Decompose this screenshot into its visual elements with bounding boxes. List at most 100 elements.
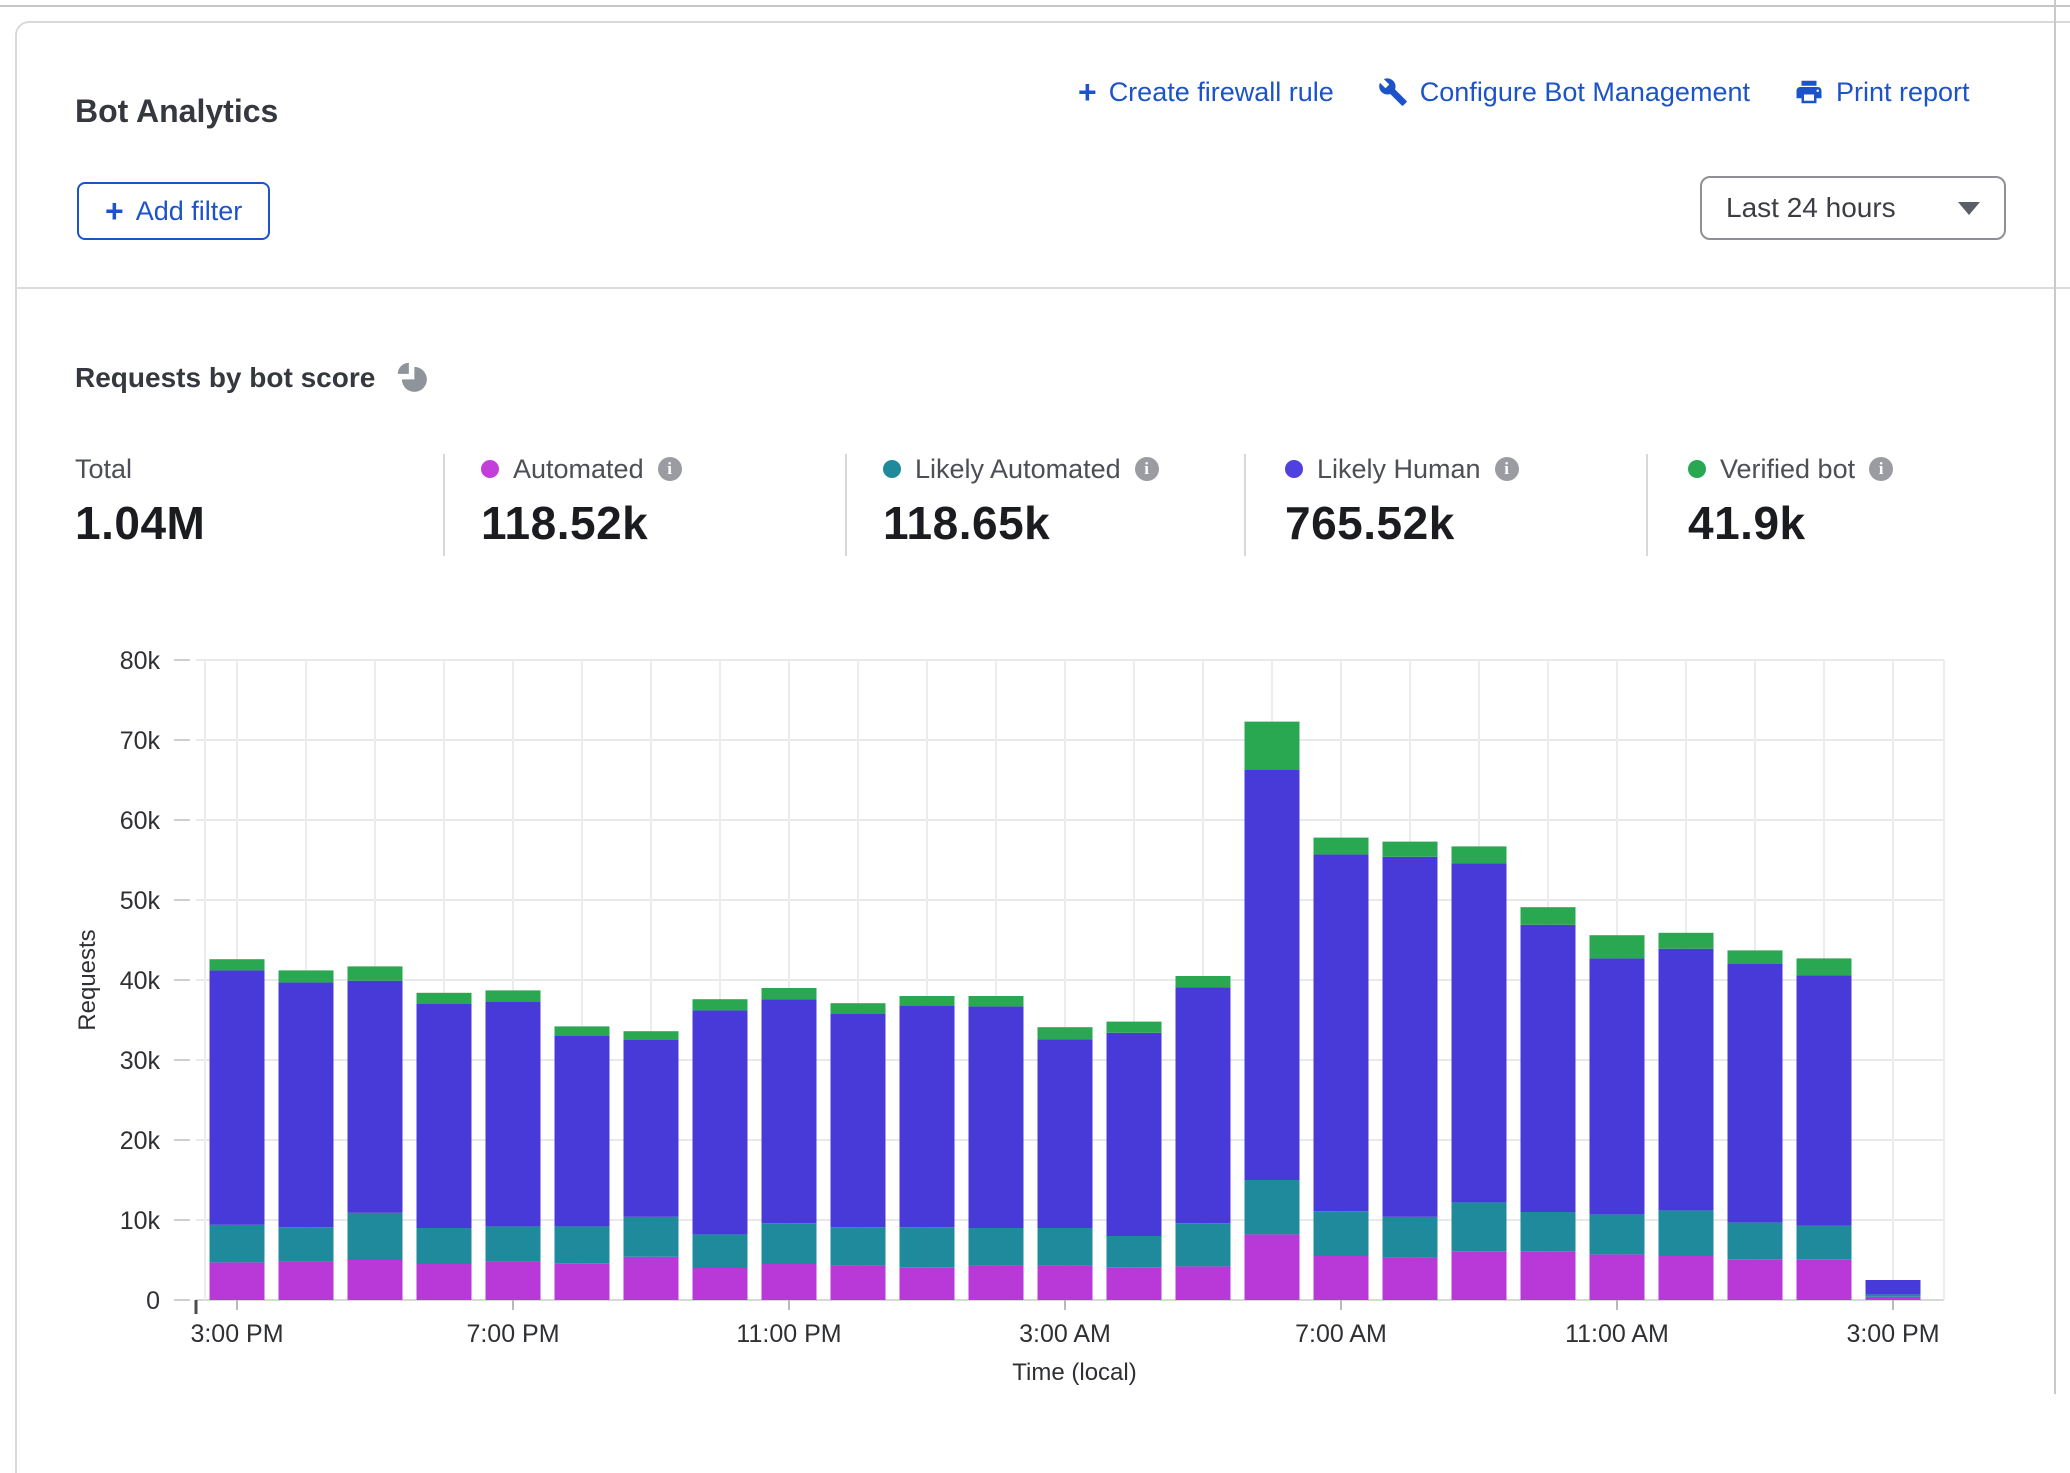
- configure-bot-management-label: Configure Bot Management: [1420, 77, 1750, 108]
- stat-likely-automated: Likely Automated 118.65k: [883, 452, 1159, 550]
- create-firewall-rule-link[interactable]: + Create firewall rule: [1078, 76, 1334, 108]
- bar-segment-verified-bot: [1314, 838, 1369, 855]
- bar-segment-automated: [1107, 1267, 1162, 1300]
- bar-segment-automated: [1797, 1259, 1852, 1300]
- stat-label: Verified bot: [1720, 454, 1855, 485]
- bar-segment-verified-bot: [1176, 976, 1231, 987]
- bar-segment-verified-bot: [279, 970, 334, 982]
- y-tick-label: 0: [146, 1287, 160, 1315]
- bar-segment-verified-bot: [624, 1031, 679, 1040]
- x-tick-label: 7:00 AM: [1295, 1320, 1387, 1348]
- bar-segment-likely-human: [210, 970, 265, 1224]
- bar-segment-likely-human: [1038, 1039, 1093, 1228]
- bar-segment-likely-human: [1659, 949, 1714, 1211]
- bar-segment-likely-automated: [1866, 1294, 1921, 1296]
- bar-segment-verified-bot: [1659, 933, 1714, 949]
- bar-segment-likely-automated: [762, 1223, 817, 1264]
- bar-segment-automated: [1866, 1297, 1921, 1300]
- configure-bot-management-link[interactable]: Configure Bot Management: [1378, 77, 1750, 108]
- bar-segment-likely-automated: [1038, 1228, 1093, 1266]
- stat-value: 118.52k: [481, 496, 682, 550]
- bar-segment-verified-bot: [1383, 842, 1438, 857]
- stacked-bar-chart: 010k20k30k40k50k60k70k80k3:00 PM7:00 PM1…: [0, 630, 2070, 1394]
- bar-segment-verified-bot: [348, 966, 403, 980]
- bar-segment-automated: [486, 1262, 541, 1300]
- bar-segment-likely-human: [486, 1002, 541, 1227]
- scrollbar[interactable]: [2054, 0, 2056, 1394]
- create-firewall-rule-label: Create firewall rule: [1109, 77, 1334, 108]
- bar-segment-automated: [1383, 1258, 1438, 1300]
- bar-segment-likely-human: [348, 981, 403, 1213]
- printer-icon: [1794, 77, 1824, 107]
- x-tick-label: 3:00 PM: [1846, 1320, 1939, 1348]
- bar-segment-likely-automated: [417, 1228, 472, 1264]
- stat-value: 765.52k: [1285, 496, 1519, 550]
- print-report-link[interactable]: Print report: [1794, 77, 1970, 108]
- legend-dot-likely-human: [1285, 460, 1303, 478]
- bar-segment-likely-human: [1866, 1280, 1921, 1294]
- y-tick-label: 60k: [120, 807, 161, 835]
- bar-segment-verified-bot: [486, 990, 541, 1001]
- bar-segment-automated: [1038, 1266, 1093, 1300]
- bar-segment-likely-automated: [1659, 1210, 1714, 1256]
- bar-segment-likely-automated: [555, 1226, 610, 1263]
- info-icon[interactable]: [658, 457, 682, 481]
- header-actions: + Create firewall rule Configure Bot Man…: [1078, 76, 1970, 108]
- bar-segment-likely-automated: [624, 1217, 679, 1257]
- y-tick-label: 30k: [120, 1047, 161, 1075]
- add-filter-button[interactable]: + Add filter: [77, 182, 270, 240]
- stat-label: Likely Automated: [915, 454, 1121, 485]
- bar-segment-automated: [279, 1262, 334, 1300]
- x-tick-label: 3:00 AM: [1019, 1320, 1111, 1348]
- bar-segment-likely-automated: [1176, 1223, 1231, 1266]
- bar-segment-automated: [417, 1264, 472, 1300]
- bar-segment-automated: [693, 1268, 748, 1300]
- header-divider: [16, 287, 2070, 289]
- legend-dot-automated: [481, 460, 499, 478]
- bar-segment-verified-bot: [1245, 722, 1300, 770]
- bar-segment-verified-bot: [693, 999, 748, 1010]
- bar-segment-likely-automated: [900, 1227, 955, 1267]
- bar-segment-automated: [1521, 1251, 1576, 1300]
- info-icon[interactable]: [1135, 457, 1159, 481]
- legend-dot-likely-automated: [883, 460, 901, 478]
- bar-segment-automated: [1176, 1266, 1231, 1300]
- stat-label: Total: [75, 454, 132, 485]
- bar-segment-likely-automated: [1590, 1214, 1645, 1254]
- bar-segment-verified-bot: [900, 996, 955, 1006]
- bar-segment-likely-human: [1452, 863, 1507, 1202]
- y-tick-label: 20k: [120, 1127, 161, 1155]
- stat-label: Likely Human: [1317, 454, 1481, 485]
- bar-segment-likely-human: [693, 1010, 748, 1234]
- info-icon[interactable]: [1495, 457, 1519, 481]
- bar-segment-likely-automated: [1521, 1212, 1576, 1251]
- bar-segment-verified-bot: [969, 996, 1024, 1006]
- bar-segment-automated: [1659, 1256, 1714, 1300]
- bar-segment-likely-automated: [1314, 1211, 1369, 1256]
- bar-segment-verified-bot: [1590, 935, 1645, 958]
- stat-automated: Automated 118.52k: [481, 452, 682, 550]
- bar-segment-likely-human: [279, 982, 334, 1227]
- bar-segment-verified-bot: [1452, 846, 1507, 863]
- stat-separator: [1244, 454, 1246, 556]
- bar-segment-verified-bot: [1107, 1022, 1162, 1033]
- bar-segment-likely-automated: [1452, 1202, 1507, 1251]
- y-tick-label: 70k: [120, 727, 161, 755]
- pie-chart-icon: [395, 360, 431, 396]
- bar-segment-likely-automated: [348, 1213, 403, 1260]
- time-range-dropdown[interactable]: Last 24 hours: [1700, 176, 2006, 240]
- bar-segment-likely-human: [969, 1006, 1024, 1228]
- info-icon[interactable]: [1869, 457, 1893, 481]
- print-report-label: Print report: [1836, 77, 1970, 108]
- bar-segment-automated: [624, 1257, 679, 1300]
- bar-segment-verified-bot: [1797, 958, 1852, 975]
- bar-segment-likely-automated: [693, 1234, 748, 1268]
- bar-segment-verified-bot: [555, 1026, 610, 1036]
- bar-segment-automated: [969, 1266, 1024, 1300]
- bar-segment-verified-bot: [210, 959, 265, 970]
- bar-segment-verified-bot: [762, 988, 817, 999]
- chevron-down-icon: [1958, 202, 1980, 215]
- bar-segment-automated: [900, 1267, 955, 1300]
- page-top-border: [0, 5, 2070, 7]
- bar-segment-likely-automated: [210, 1225, 265, 1263]
